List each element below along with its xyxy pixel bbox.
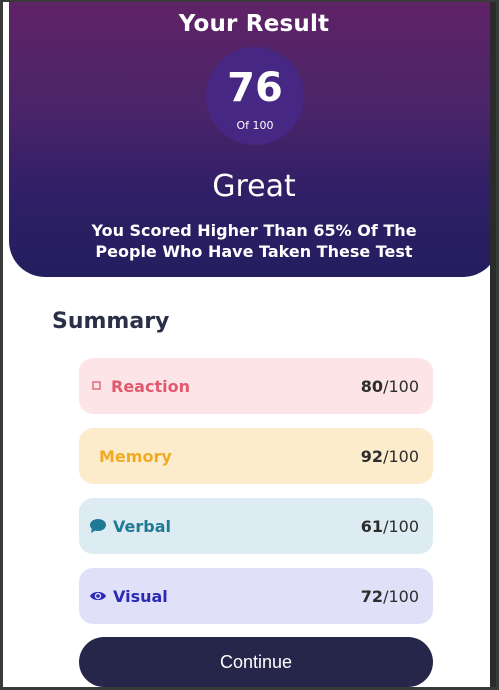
- score-number: 80: [360, 376, 384, 396]
- summary-item-score: 61/100: [361, 517, 419, 536]
- score-number: 72: [360, 586, 384, 606]
- score-number: 61: [360, 516, 384, 536]
- eye-icon: [89, 588, 107, 604]
- score-max: /100: [383, 376, 419, 396]
- summary-item-memory: Memory 92/100: [79, 428, 433, 484]
- score-total: Of 100: [236, 119, 274, 132]
- score-number: 92: [360, 446, 384, 466]
- summary-item-verbal: Verbal 61/100: [79, 498, 433, 554]
- summary-list: Reaction 80/100 Memory 92/100 Verbal 61/…: [79, 358, 433, 638]
- score-max: /100: [383, 516, 419, 536]
- summary-item-label: Reaction: [111, 376, 190, 396]
- result-title: Your Result: [178, 11, 330, 37]
- result-header: Your Result 76 Of 100 Great You Scored H…: [9, 2, 496, 277]
- result-caption: You Scored Higher Than 65% Of The People…: [91, 221, 417, 261]
- summary-item-score: 72/100: [361, 587, 419, 606]
- result-window: Your Result 76 Of 100 Great You Scored H…: [0, 0, 499, 690]
- speech-bubble-icon: [89, 518, 107, 534]
- summary-item-score: 80/100: [361, 377, 419, 396]
- summary-item-label: Verbal: [113, 516, 171, 536]
- memory-icon: [89, 448, 93, 464]
- score-circle: 76 Of 100: [206, 47, 304, 145]
- score-value: 76: [227, 65, 283, 111]
- summary-item-reaction: Reaction 80/100: [79, 358, 433, 414]
- result-grade: Great: [212, 169, 296, 204]
- summary-item-label: Memory: [99, 446, 172, 466]
- score-max: /100: [383, 446, 419, 466]
- continue-button[interactable]: Continue: [79, 637, 433, 687]
- summary-item-label: Visual: [113, 586, 168, 606]
- reaction-icon: [89, 378, 105, 394]
- score-max: /100: [383, 586, 419, 606]
- summary-item-score: 92/100: [361, 447, 419, 466]
- summary-item-visual: Visual 72/100: [79, 568, 433, 624]
- summary-title: Summary: [52, 309, 170, 334]
